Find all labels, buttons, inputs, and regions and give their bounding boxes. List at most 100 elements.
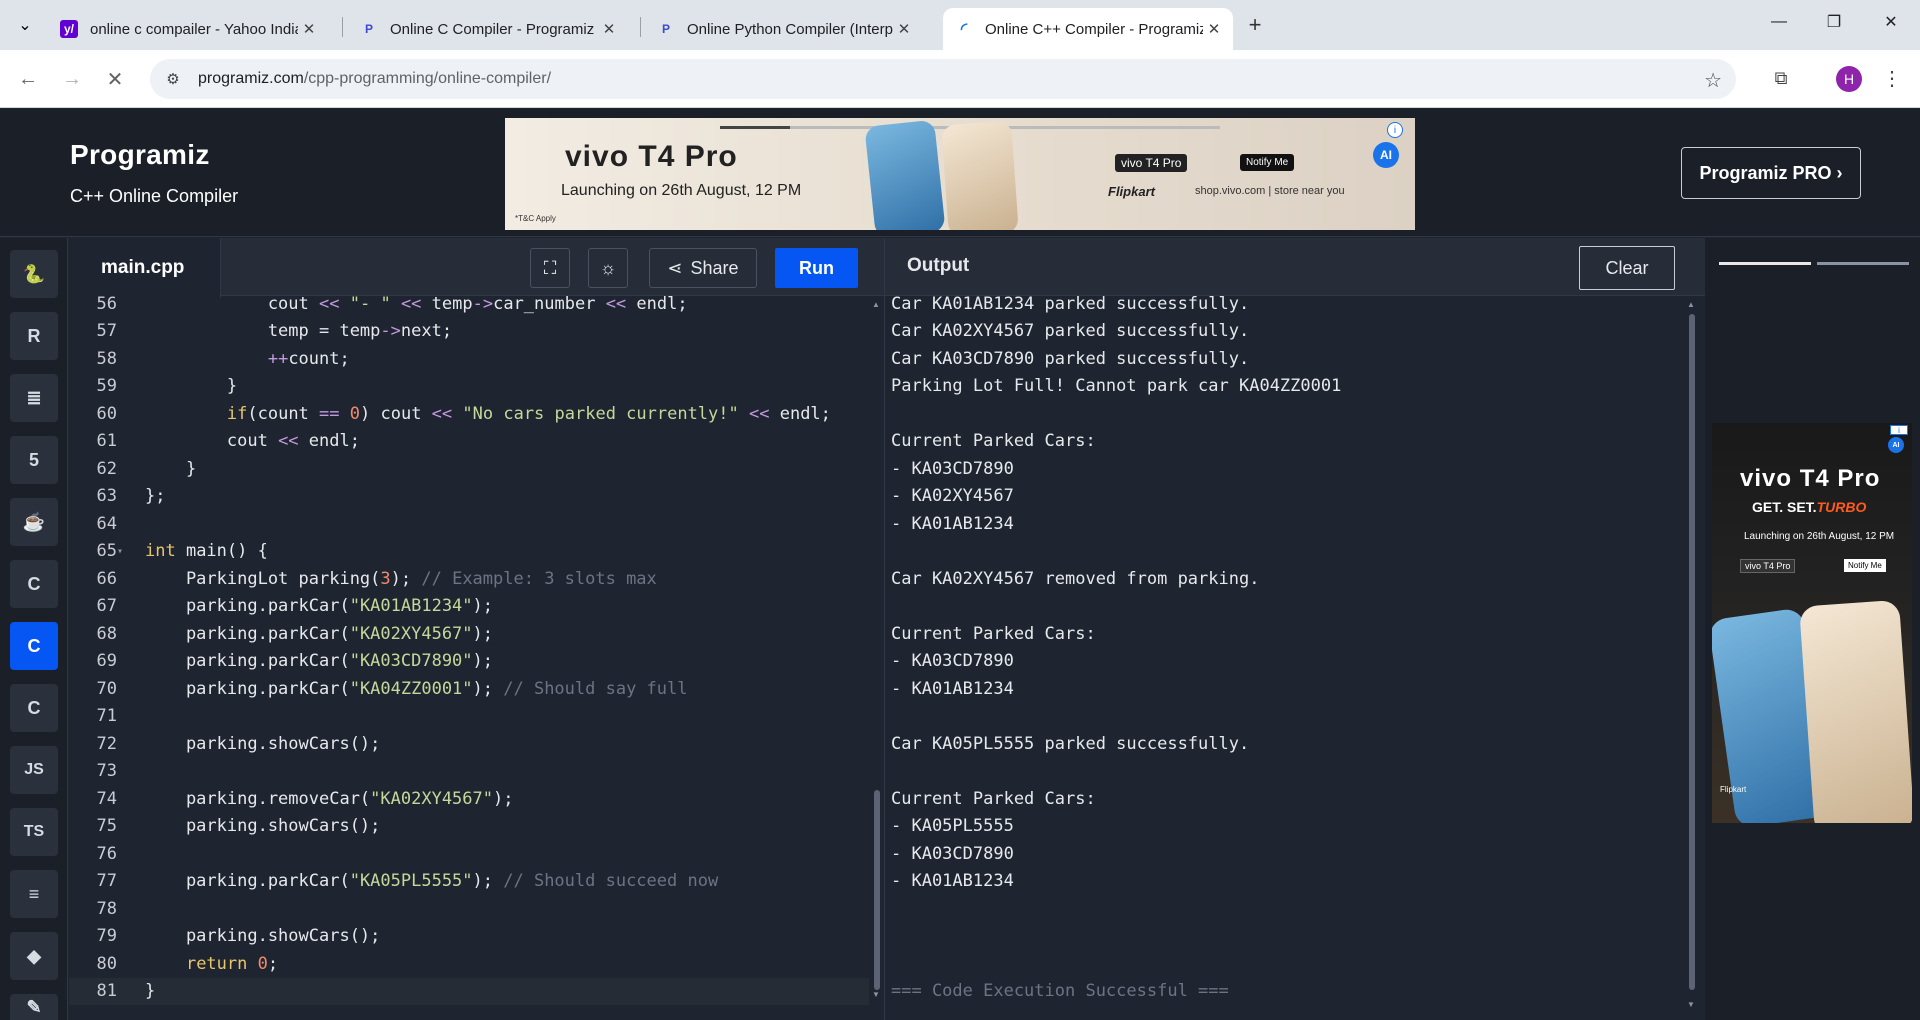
code-line[interactable]: 78: [69, 895, 869, 923]
extensions-icon[interactable]: ⧉: [1767, 64, 1795, 92]
close-tab-icon[interactable]: ✕: [298, 18, 320, 40]
side-ad-notify-button[interactable]: Notify Me: [1844, 559, 1886, 572]
code-line[interactable]: 70 parking.parkCar("KA04ZZ0001"); // Sho…: [69, 675, 869, 703]
code-line[interactable]: 77 parking.parkCar("KA05PL5555"); // Sho…: [69, 868, 869, 896]
restore-button[interactable]: ❐: [1805, 0, 1863, 44]
new-tab-button[interactable]: +: [1240, 10, 1270, 40]
code-line[interactable]: 68 parking.parkCar("KA02XY4567");: [69, 620, 869, 648]
code-line[interactable]: 73: [69, 758, 869, 786]
scroll-up-icon[interactable]: ▲: [1687, 300, 1695, 309]
bookmark-star-icon[interactable]: ☆: [1704, 68, 1722, 93]
close-tab-icon[interactable]: ✕: [598, 18, 620, 40]
line-number: 57: [96, 321, 117, 342]
ad-carousel-indicator: [1719, 262, 1909, 265]
file-tab[interactable]: main.cpp: [69, 238, 221, 298]
code-line[interactable]: 63};: [69, 483, 869, 511]
ad-info-icon[interactable]: i: [1890, 425, 1908, 435]
output-scroll-thumb[interactable]: [1689, 314, 1695, 990]
close-tab-icon[interactable]: ✕: [1203, 18, 1225, 40]
r-icon[interactable]: R: [10, 312, 58, 360]
tab-divider: [342, 17, 343, 37]
line-number: 74: [96, 788, 117, 809]
code-text: parking.showCars();: [145, 816, 381, 837]
vivo-ad-banner[interactable]: vivo T4 Pro Launching on 26th August, 12…: [505, 118, 1415, 230]
code-line[interactable]: 81}: [69, 977, 869, 1005]
java-icon[interactable]: ☕: [10, 498, 58, 546]
rust-icon[interactable]: ✎: [10, 994, 58, 1020]
browser-tab-bar: ⌄ y/ online c compailer - Yahoo India ✕ …: [0, 0, 1920, 50]
programiz-pro-button[interactable]: Programiz PRO ›: [1681, 147, 1861, 199]
typescript-icon[interactable]: TS: [10, 808, 58, 856]
code-line[interactable]: 69 parking.parkCar("KA03CD7890");: [69, 648, 869, 676]
swift-icon[interactable]: ◆: [10, 932, 58, 980]
browser-tab[interactable]: y/ online c compailer - Yahoo India ✕: [48, 8, 328, 50]
csharp-icon[interactable]: C: [10, 684, 58, 732]
javascript-icon[interactable]: JS: [10, 746, 58, 794]
close-window-button[interactable]: ✕: [1862, 0, 1920, 44]
vivo-side-ad[interactable]: i AI vivo T4 Pro GET. SET.TURBO Launchin…: [1712, 423, 1912, 823]
browser-toolbar: ← → ✕ ⚙ programiz.com/cpp-programming/on…: [0, 50, 1920, 108]
code-line[interactable]: 71: [69, 703, 869, 731]
back-button[interactable]: ←: [13, 64, 43, 94]
code-line[interactable]: 76: [69, 840, 869, 868]
scroll-up-icon[interactable]: ▲: [872, 300, 880, 309]
restore-icon: ❐: [1826, 14, 1842, 31]
code-line[interactable]: 65 ▾ int main() {: [69, 538, 869, 566]
tab-title: Online C++ Compiler - Programiz: [985, 20, 1203, 38]
editor-scroll-thumb[interactable]: [874, 790, 880, 990]
language-sidebar: 🐍 R ≣ 5 ☕ C C C JS TS ≡ ◆ ✎: [0, 238, 68, 1020]
share-button[interactable]: ⋖ Share: [649, 248, 757, 288]
output-line: - KA01AB1234: [891, 513, 1014, 534]
output-line: Car KA05PL5555 parked successfully.: [891, 733, 1250, 754]
ad-notify-button[interactable]: Notify Me: [1240, 154, 1295, 171]
code-line[interactable]: 57 temp = temp->next;: [69, 318, 869, 346]
fullscreen-button[interactable]: ⛶: [530, 248, 570, 288]
theme-toggle-button[interactable]: ☼: [588, 248, 628, 288]
output-scrollbar[interactable]: ▲ ▼: [1687, 300, 1697, 1012]
go-icon[interactable]: ≡: [10, 870, 58, 918]
code-line[interactable]: 61 cout << endl;: [69, 428, 869, 456]
run-button[interactable]: Run: [775, 248, 858, 288]
code-line[interactable]: 62 }: [69, 455, 869, 483]
code-line[interactable]: 56 cout << "- " << temp->car_number << e…: [69, 290, 869, 318]
site-info-icon[interactable]: ⚙: [162, 68, 184, 90]
code-line[interactable]: 75 parking.showCars();: [69, 813, 869, 841]
c-icon[interactable]: C: [10, 560, 58, 608]
cpp-icon[interactable]: C: [10, 622, 58, 670]
share-icon: ⋖: [667, 257, 683, 278]
output-console[interactable]: Car KA01AB1234 parked successfully. Car K…: [891, 294, 1681, 1016]
code-line[interactable]: 79 parking.showCars();: [69, 923, 869, 951]
code-line[interactable]: 60 if(count == 0) cout << "No cars parke…: [69, 400, 869, 428]
tab-search-button[interactable]: ⌄: [10, 6, 40, 44]
ad-info-icon[interactable]: i: [1387, 122, 1403, 138]
forward-button[interactable]: →: [57, 64, 87, 94]
code-line[interactable]: 67 parking.parkCar("KA01AB1234");: [69, 593, 869, 621]
fold-arrow-icon[interactable]: ▾: [117, 546, 127, 557]
tab-title: Online Python Compiler (Interpreter): [687, 20, 893, 38]
browser-tab[interactable]: P Online Python Compiler (Interpreter) ✕: [645, 8, 923, 50]
code-line[interactable]: 58 ++count;: [69, 345, 869, 373]
browser-menu-icon[interactable]: ⋮: [1880, 64, 1904, 92]
code-line[interactable]: 59 }: [69, 373, 869, 401]
html5-icon[interactable]: 5: [10, 436, 58, 484]
close-tab-icon[interactable]: ✕: [893, 18, 915, 40]
python-icon[interactable]: 🐍: [10, 250, 58, 298]
code-line[interactable]: 64: [69, 510, 869, 538]
code-line[interactable]: 72 parking.showCars();: [69, 730, 869, 758]
code-area[interactable]: 56 cout << "- " << temp->car_number << e…: [69, 294, 869, 1020]
editor-scrollbar[interactable]: ▲ ▼: [872, 300, 882, 1000]
scroll-down-icon[interactable]: ▼: [1687, 1000, 1695, 1009]
sql-icon[interactable]: ≣: [10, 374, 58, 422]
clear-button[interactable]: Clear: [1579, 246, 1675, 290]
scroll-down-icon[interactable]: ▼: [872, 990, 880, 999]
browser-tab-active[interactable]: ◜ Online C++ Compiler - Programiz ✕: [943, 8, 1233, 50]
code-line[interactable]: 80 return 0;: [69, 950, 869, 978]
browser-tab[interactable]: P Online C Compiler - Programiz ✕: [348, 8, 628, 50]
code-line[interactable]: 74 parking.removeCar("KA02XY4567");: [69, 785, 869, 813]
profile-avatar[interactable]: H: [1836, 66, 1862, 92]
minimize-button[interactable]: —: [1750, 0, 1808, 44]
code-line[interactable]: 66 ParkingLot parking(3); // Example: 3 …: [69, 565, 869, 593]
stop-loading-button[interactable]: ✕: [100, 64, 130, 94]
address-bar[interactable]: ⚙ programiz.com/cpp-programming/online-c…: [150, 59, 1736, 99]
programiz-logo[interactable]: Programiz: [70, 139, 210, 171]
